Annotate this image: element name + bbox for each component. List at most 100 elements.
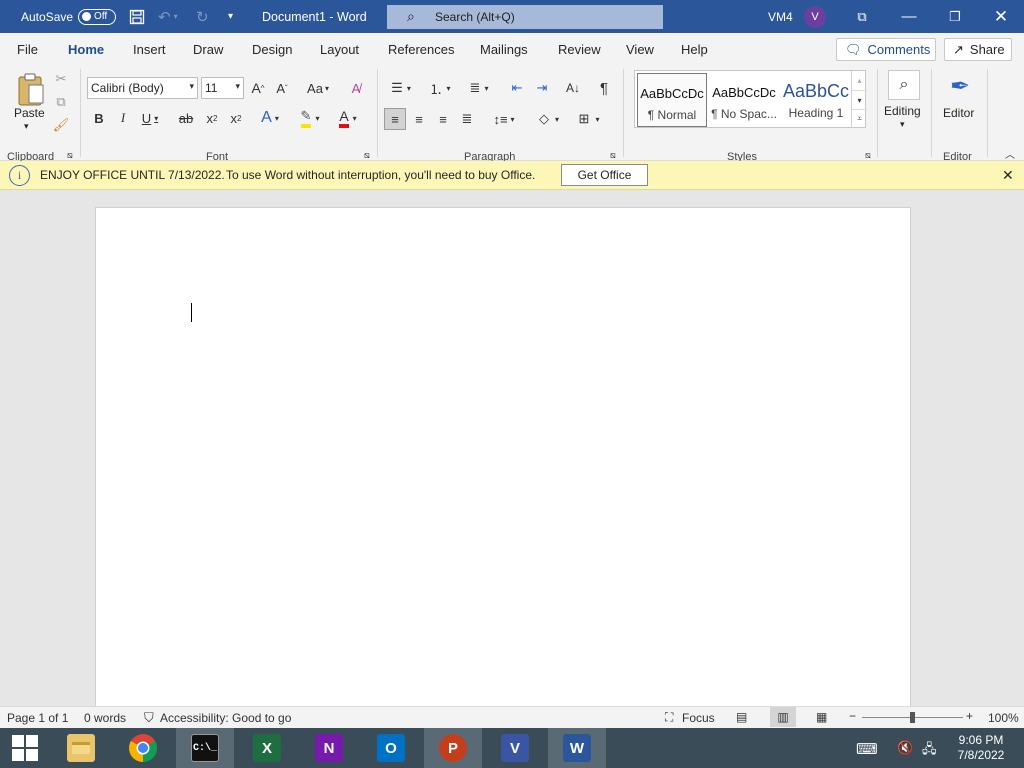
sort-icon[interactable]: A↓: [562, 78, 584, 98]
keyboard-icon[interactable]: ⌨: [856, 740, 878, 758]
word-icon[interactable]: W: [548, 728, 606, 768]
grow-font-icon[interactable]: A ^: [248, 78, 268, 98]
format-painter-icon[interactable]: 🖌: [53, 117, 70, 133]
zoom-in-icon[interactable]: +: [966, 709, 973, 723]
share-button[interactable]: ↗ Share: [944, 38, 1012, 61]
clock[interactable]: 9:06 PM 7/8/2022: [951, 733, 1011, 763]
zoom-level[interactable]: 100%: [988, 711, 1019, 725]
shading-icon[interactable]: ◇ ▾: [532, 108, 566, 130]
minimize-icon[interactable]: —: [886, 0, 932, 33]
onenote-icon[interactable]: N: [300, 728, 358, 768]
tab-design[interactable]: Design: [252, 42, 292, 57]
search-box[interactable]: ⌕ Search (Alt+Q): [387, 5, 663, 29]
restore-icon[interactable]: ❐: [932, 0, 978, 33]
styles-launcher-icon[interactable]: ⧅: [865, 150, 871, 161]
tab-mailings[interactable]: Mailings: [480, 42, 528, 57]
font-size-combo[interactable]: 11 ▾: [201, 77, 244, 99]
line-spacing-icon[interactable]: ↕≡ ▾: [487, 108, 521, 130]
tab-insert[interactable]: Insert: [133, 42, 166, 57]
zoom-out-icon[interactable]: −: [849, 709, 856, 723]
excel-icon[interactable]: X: [238, 728, 296, 768]
comments-button[interactable]: 🗨 Comments: [836, 38, 936, 61]
italic-icon[interactable]: I: [114, 109, 132, 127]
clear-formatting-icon[interactable]: A̸: [346, 78, 366, 98]
numbering-icon[interactable]: ⒈ ▾: [423, 78, 457, 98]
copy-icon[interactable]: ⧉: [53, 94, 69, 110]
align-left-icon[interactable]: ≡: [384, 108, 406, 130]
dismiss-infobar-icon[interactable]: ✕: [1002, 167, 1014, 184]
file-explorer-icon[interactable]: [52, 728, 110, 768]
close-icon[interactable]: ✕: [978, 0, 1024, 33]
highlight-icon[interactable]: ✎ ▾: [294, 108, 326, 128]
tab-draw[interactable]: Draw: [193, 42, 223, 57]
increase-indent-icon[interactable]: ⇥: [532, 78, 552, 98]
ribbon-display-options-icon[interactable]: ⧉: [839, 0, 885, 33]
style-no-spacing[interactable]: AaBbCcDc ¶ No Spac...: [709, 73, 779, 127]
terminal-icon[interactable]: C:\_: [176, 728, 234, 768]
align-right-icon[interactable]: ≡: [432, 108, 454, 130]
accessibility-icon[interactable]: ⛉: [144, 710, 154, 726]
outlook-icon[interactable]: O: [362, 728, 420, 768]
decrease-indent-icon[interactable]: ⇤: [507, 78, 527, 98]
powerpoint-icon[interactable]: P: [424, 728, 482, 768]
network-icon[interactable]: 🖧: [922, 740, 937, 762]
editing-label[interactable]: Editing: [884, 104, 921, 118]
font-launcher-icon[interactable]: ⧅: [364, 150, 370, 161]
styles-down-icon[interactable]: ▾: [852, 90, 867, 109]
superscript-icon[interactable]: x2: [227, 109, 245, 127]
document-page[interactable]: [95, 207, 911, 727]
focus-icon[interactable]: ⛶: [665, 710, 673, 725]
styles-more-icon[interactable]: ⩡: [852, 109, 867, 128]
tab-review[interactable]: Review: [558, 42, 601, 57]
editor-pen-icon[interactable]: ✒: [944, 70, 976, 102]
change-case-button[interactable]: Aa ▾: [302, 78, 334, 98]
chrome-icon[interactable]: [114, 728, 172, 768]
volume-muted-icon[interactable]: 🔇: [897, 740, 913, 756]
justify-icon[interactable]: ≣: [456, 108, 478, 130]
accessibility-status[interactable]: Accessibility: Good to go: [160, 711, 291, 725]
align-center-icon[interactable]: ≡: [408, 108, 430, 130]
shrink-font-icon[interactable]: Aˇ: [272, 78, 292, 98]
redo-icon[interactable]: ↻: [196, 0, 209, 33]
borders-icon[interactable]: ⊞ ▾: [572, 108, 606, 130]
web-layout-icon[interactable]: ▦: [816, 710, 827, 724]
tab-help[interactable]: Help: [681, 42, 708, 57]
visio-icon[interactable]: V: [486, 728, 544, 768]
zoom-slider-thumb[interactable]: [910, 712, 915, 723]
bold-icon[interactable]: B: [90, 109, 108, 127]
collapse-ribbon-icon[interactable]: ︿: [1002, 147, 1018, 161]
underline-icon[interactable]: U ▾: [138, 109, 162, 127]
tab-layout[interactable]: Layout: [320, 42, 359, 57]
focus-label[interactable]: Focus: [682, 711, 715, 725]
autosave-control[interactable]: AutoSave Off: [21, 0, 117, 33]
style-normal[interactable]: AaBbCcDc ¶ Normal: [637, 73, 707, 127]
tab-home[interactable]: Home: [68, 42, 105, 68]
tab-references[interactable]: References: [388, 42, 454, 57]
page-count[interactable]: Page 1 of 1: [7, 711, 68, 725]
text-effects-icon[interactable]: A ▾: [256, 109, 284, 127]
paste-icon[interactable]: [14, 70, 48, 110]
font-name-combo[interactable]: Calibri (Body) ▾: [87, 77, 198, 99]
tab-view[interactable]: View: [626, 42, 654, 57]
show-formatting-marks-icon[interactable]: ¶: [594, 78, 614, 98]
subscript-icon[interactable]: x2: [203, 109, 221, 127]
find-icon[interactable]: ⌕: [888, 70, 920, 100]
paste-dropdown-icon[interactable]: ▾: [24, 121, 29, 132]
styles-up-icon[interactable]: ▴: [852, 71, 867, 90]
tab-file[interactable]: File: [17, 42, 38, 57]
read-mode-icon[interactable]: ▤: [736, 710, 747, 724]
paste-label[interactable]: Paste: [14, 106, 45, 120]
cut-icon[interactable]: ✂: [53, 71, 69, 87]
undo-icon[interactable]: ↶ ▾: [158, 0, 178, 33]
editor-label[interactable]: Editor: [943, 106, 974, 120]
get-office-button[interactable]: Get Office: [561, 164, 648, 186]
paragraph-launcher-icon[interactable]: ⧅: [610, 150, 616, 161]
font-color-icon[interactable]: A ▾: [332, 108, 364, 128]
start-button[interactable]: [0, 728, 50, 768]
word-count[interactable]: 0 words: [84, 711, 126, 725]
clipboard-launcher-icon[interactable]: ⧅: [67, 150, 73, 161]
save-icon[interactable]: [129, 0, 145, 33]
account-avatar[interactable]: V: [804, 0, 826, 33]
autosave-toggle[interactable]: Off: [78, 8, 117, 25]
multilevel-list-icon[interactable]: ≣ ▾: [462, 78, 496, 98]
